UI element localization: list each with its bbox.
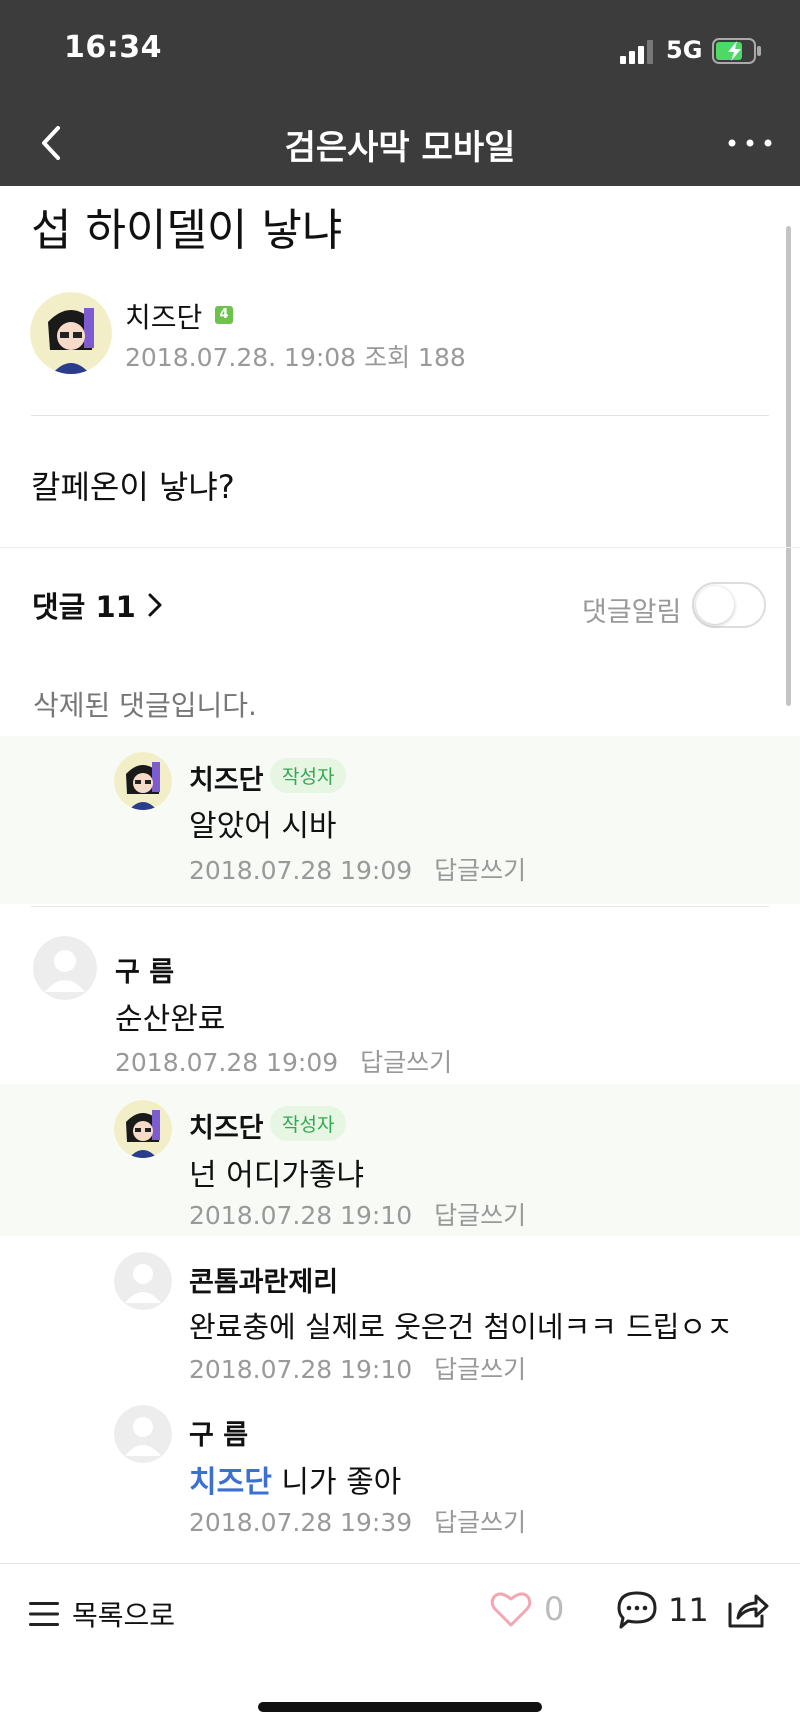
heart-icon	[490, 1592, 532, 1627]
comment-text: 넌 어디가좋냐	[189, 1158, 365, 1193]
post-meta: 2018.07.28. 19:08 조회 188	[125, 338, 466, 374]
reply-button[interactable]: 답글쓰기	[434, 1508, 526, 1537]
comment-time: 2018.07.28 19:10	[189, 1201, 413, 1230]
comments-count-label: 댓글 11	[32, 590, 136, 624]
comment-text: 순산완료	[115, 1002, 226, 1037]
menu-icon	[29, 1602, 59, 1626]
nav-title: 검은사막 모바일	[284, 128, 516, 168]
status-time: 16:34	[64, 30, 162, 65]
divider	[31, 415, 769, 416]
commenter-avatar[interactable]	[114, 1100, 172, 1158]
scrollbar[interactable]	[786, 226, 791, 706]
author-avatar[interactable]	[30, 292, 112, 374]
mention-link[interactable]: 치즈단	[189, 1465, 272, 1500]
comment-time: 2018.07.28 19:10	[189, 1355, 413, 1384]
comments-count-link[interactable]: 댓글 11	[32, 584, 166, 626]
comment-icon	[617, 1591, 657, 1629]
toggle-knob	[696, 586, 734, 624]
post-body: 칼페온이 낳냐?	[31, 468, 235, 506]
commenter-name[interactable]: 구 름	[189, 1413, 248, 1452]
commenter-avatar[interactable]	[114, 1405, 172, 1463]
home-indicator[interactable]	[258, 1702, 542, 1712]
comment-button[interactable]: 11	[616, 1590, 709, 1630]
commenter-avatar[interactable]	[114, 752, 172, 810]
nav-bar: 검은사막 모바일	[0, 100, 800, 186]
comment-notify-toggle[interactable]	[692, 582, 766, 628]
deleted-comment: 삭제된 댓글입니다.	[33, 689, 257, 722]
reply-button[interactable]: 답글쓰기	[360, 1048, 452, 1077]
divider	[31, 906, 769, 907]
comment-notify-label: 댓글알림	[582, 597, 682, 628]
comment-time: 2018.07.28 19:39	[189, 1508, 413, 1537]
comment-meta: 2018.07.28 19:10 답글쓰기	[189, 1350, 526, 1386]
reply-button[interactable]: 답글쓰기	[434, 856, 526, 885]
network-label: 5G	[666, 36, 703, 64]
commenter-avatar[interactable]	[114, 1252, 172, 1310]
signal-icon	[620, 40, 653, 64]
author-tag-badge: 작성자	[270, 1106, 347, 1141]
commenter-avatar[interactable]	[33, 936, 97, 1000]
list-button[interactable]: 목록으로	[28, 1594, 175, 1634]
commenter-name[interactable]: 치즈단	[189, 758, 264, 797]
post-title: 섭 하이델이 낳냐	[31, 205, 343, 256]
reply-button[interactable]: 답글쓰기	[434, 1355, 526, 1384]
comment-text: 알았어 시바	[189, 809, 337, 844]
comment-text: 치즈단 니가 좋아	[189, 1457, 401, 1501]
like-count: 0	[544, 1590, 565, 1628]
author-name[interactable]: 치즈단	[125, 296, 202, 336]
comment-meta: 2018.07.28 19:09 답글쓰기	[115, 1043, 452, 1079]
more-icon[interactable]	[720, 118, 780, 168]
commenter-name[interactable]: 치즈단	[189, 1106, 264, 1145]
author-tag-badge: 작성자	[270, 758, 347, 793]
comment-text: 완료충에 실제로 웃은건 첨이네ㅋㅋ 드립ㅇㅈ	[189, 1310, 733, 1344]
status-bar: 16:34 5G	[0, 0, 800, 100]
post-date: 2018.07.28. 19:08	[125, 343, 357, 372]
comment-time: 2018.07.28 19:09	[189, 856, 413, 885]
comment-count: 11	[668, 1591, 709, 1629]
comment-meta: 2018.07.28 19:09 답글쓰기	[189, 851, 526, 887]
comment-meta: 2018.07.28 19:39 답글쓰기	[189, 1503, 526, 1539]
comment-text-body: 니가 좋아	[271, 1465, 402, 1500]
like-button[interactable]: 0	[490, 1590, 564, 1628]
level-badge: 4	[215, 306, 233, 324]
list-button-label: 목록으로	[72, 1599, 176, 1632]
comment-meta: 2018.07.28 19:10 답글쓰기	[189, 1196, 526, 1232]
post-views: 조회 188	[364, 343, 466, 372]
commenter-name[interactable]: 콘톰과란제리	[189, 1260, 338, 1299]
comment-time: 2018.07.28 19:09	[115, 1048, 339, 1077]
commenter-name[interactable]: 구 름	[115, 950, 174, 989]
share-icon[interactable]	[726, 1590, 770, 1630]
battery-icon	[712, 38, 761, 64]
reply-button[interactable]: 답글쓰기	[434, 1201, 526, 1230]
chevron-right-icon	[148, 593, 162, 617]
divider	[0, 547, 800, 548]
